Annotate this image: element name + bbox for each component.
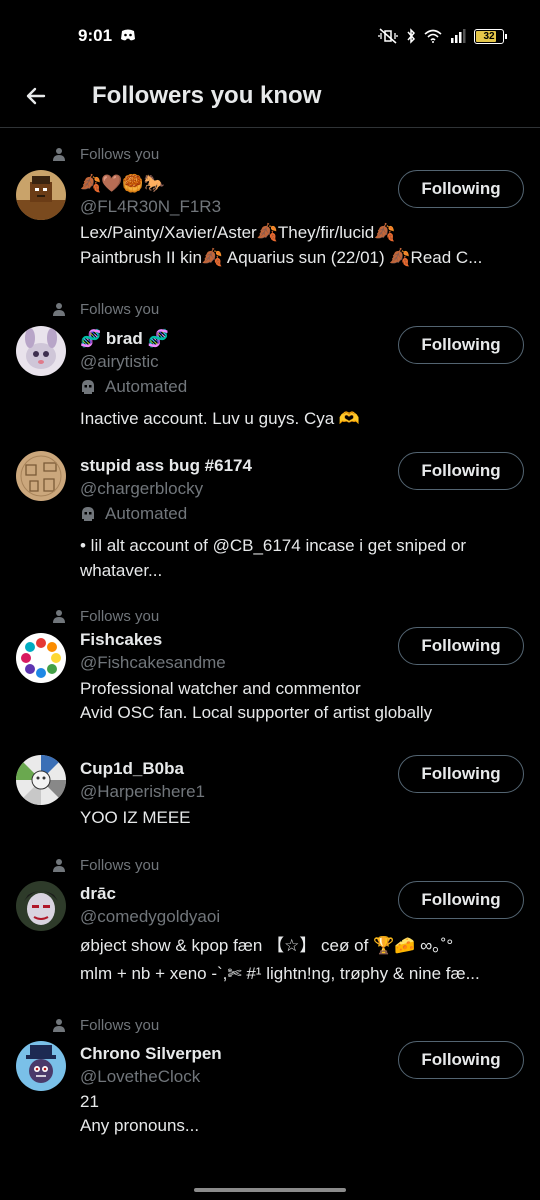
display-name: drāc [80,884,116,903]
follows-you-label: Follows you [80,856,160,874]
status-time: 9:01 [78,26,113,45]
automated-label: Automated [80,504,187,524]
follows-you-indicator: Follows you [52,607,159,625]
bio-line: Professional watcher and commentor [80,679,361,698]
user-row[interactable]: Follows you drāc @comedygoldyaoi Followi… [0,840,540,1000]
handle: @airytistic [80,352,159,371]
back-button[interactable] [20,80,52,112]
bio-line: 21 [80,1092,99,1111]
handle: @chargerblocky [80,479,204,498]
bio-line: Any pronouns... [80,1116,200,1135]
top-bar: Followers you know [0,72,540,128]
page-title: Followers you know [92,82,322,109]
handle: @FL4R30N_F1R3 [80,197,222,216]
bio-line: Inactive account. Luv u guys. Cya 🫶 [80,409,361,428]
gesture-bar[interactable] [194,1188,346,1192]
handle: @LovetheClock [80,1067,201,1086]
followers-list: Follows you 🍂🤎🥮🐎 @FL4R30N_F1R3 Following… [0,129,540,1140]
follows-you-label: Follows you [80,1016,160,1034]
display-name: 🧬 brad 🧬 [80,329,169,348]
follows-you-label: Follows you [80,145,160,163]
display-name: 🍂🤎🥮🐎 [80,174,165,193]
avatar[interactable] [16,1041,66,1091]
bio-line: Lex/Painty/Xavier/Aster🍂They/fir/lucid🍂 [80,223,396,242]
display-name: Cup1d_B0ba [80,759,184,778]
bio-line: YOO IZ MEEE [80,808,191,827]
discord-icon [120,28,136,42]
bot-icon [82,380,94,394]
avatar[interactable] [16,451,66,501]
following-button[interactable]: Following [398,881,524,919]
bio-line: mlm + nb + xeno -`,✄ #¹ lightn!ng, trøph… [80,964,480,983]
avatar[interactable] [16,326,66,376]
signal-icon [450,29,466,43]
follows-you-indicator: Follows you [52,1016,159,1034]
automated-label: Automated [80,377,187,397]
following-button[interactable]: Following [398,452,524,490]
bio-line: whataver... [80,561,163,580]
wifi-icon [424,29,442,43]
bio-line: øbject show & kpop fæn 【☆】 ceø of 🏆🧀 ∞｡˚… [80,936,454,955]
user-row[interactable]: stupid ass bug #6174 @chargerblocky Auto… [0,439,540,594]
bot-icon [82,507,94,521]
bio-line: Avid OSC fan. Local supporter of artist … [80,703,433,722]
automated-text: Automated [105,377,188,396]
handle: @comedygoldyaoi [80,907,221,926]
handle: @Fishcakesandme [80,653,226,672]
following-button[interactable]: Following [398,170,524,208]
display-name: Fishcakes [80,630,163,649]
mute-vibrate-icon [378,28,398,44]
user-row[interactable]: Follows you 🧬 brad 🧬 @airytistic Automat… [0,284,540,439]
follows-you-indicator: Follows you [52,145,159,163]
user-row[interactable]: Cup1d_B0ba @Harperishere1 Following YOO … [0,737,540,840]
bio-line: Paintbrush II kin🍂 Aquarius sun (22/01) … [80,248,483,267]
person-icon [53,859,65,872]
avatar[interactable] [16,881,66,931]
battery-level: 32 [483,30,495,42]
user-row[interactable]: Follows you Fishcakes @Fishcakesandme Fo… [0,594,540,737]
follows-you-indicator: Follows you [52,300,159,318]
arrow-left-icon [26,87,46,105]
automated-text: Automated [105,504,188,523]
handle: @Harperishere1 [80,782,205,801]
person-icon [53,303,65,316]
person-icon [53,1019,65,1032]
following-button[interactable]: Following [398,1041,524,1079]
following-button[interactable]: Following [398,627,524,665]
battery-icon: 32 [474,28,507,44]
bluetooth-icon [406,28,416,44]
user-row[interactable]: Follows you Chrono Silverpen @LovetheClo… [0,1000,540,1140]
follows-you-indicator: Follows you [52,856,159,874]
bio-line: • lil alt account of @CB_6174 incase i g… [80,536,467,555]
avatar[interactable] [16,755,66,805]
follows-you-label: Follows you [80,300,160,318]
avatar[interactable] [16,170,66,220]
person-icon [53,148,65,161]
avatar[interactable] [16,633,66,683]
status-bar: 9:01 32 [0,0,540,72]
display-name: stupid ass bug #6174 [80,456,252,475]
following-button[interactable]: Following [398,755,524,793]
user-row[interactable]: Follows you 🍂🤎🥮🐎 @FL4R30N_F1R3 Following… [0,129,540,284]
person-icon [53,610,65,623]
following-button[interactable]: Following [398,326,524,364]
follows-you-label: Follows you [80,607,160,625]
display-name: Chrono Silverpen [80,1044,222,1063]
status-icons: 32 [378,27,507,45]
